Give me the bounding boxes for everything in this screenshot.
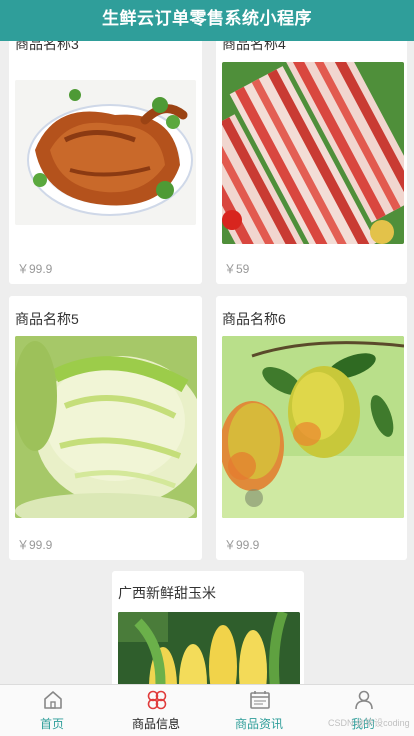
home-icon <box>44 691 62 709</box>
tab-products[interactable]: 商品信息 <box>104 685 208 736</box>
user-icon <box>355 690 373 710</box>
tab-news[interactable]: 商品资讯 <box>207 685 311 736</box>
tab-news-label: 商品资讯 <box>234 717 283 731</box>
product-card[interactable]: 商品名称5 ￥99.9 <box>9 296 202 560</box>
product-card[interactable]: 商品名称3 ￥99.9 <box>9 22 202 284</box>
product-price: ￥99.9 <box>17 262 53 276</box>
product-image-corn[interactable] <box>118 612 300 684</box>
tab-products-label: 商品信息 <box>131 717 180 731</box>
product-name: 商品名称5 <box>15 311 79 327</box>
tab-home[interactable]: 首页 <box>0 685 104 736</box>
product-image-pork-belly[interactable] <box>222 62 404 244</box>
watermark: CSDN @毕设coding <box>328 718 410 728</box>
product-price: ￥99.9 <box>224 538 260 552</box>
page-header: 生鲜云订单零售系统小程序 <box>0 0 414 41</box>
calendar-icon <box>250 691 270 709</box>
product-card[interactable]: 商品名称6 ￥99.9 <box>216 296 407 560</box>
product-name: 商品名称6 <box>222 311 286 327</box>
product-grid: 商品名称3 ￥99.9 商品名称4 ￥59 商品名称5 ￥99.9 商品名称6 … <box>0 0 414 684</box>
product-price: ￥59 <box>224 262 250 276</box>
product-image-napa-cabbage[interactable] <box>15 336 197 518</box>
product-name: 广西新鲜甜玉米 <box>118 585 216 601</box>
clover-icon <box>147 690 167 710</box>
tab-home-label: 首页 <box>39 717 64 731</box>
product-image-mango[interactable] <box>222 336 404 518</box>
product-price: ￥99.9 <box>17 538 53 552</box>
product-image-roast-chicken[interactable] <box>15 80 196 225</box>
product-card[interactable]: 商品名称4 ￥59 <box>216 22 407 284</box>
product-card[interactable]: 广西新鲜甜玉米 <box>112 571 304 684</box>
page-title: 生鲜云订单零售系统小程序 <box>102 9 312 28</box>
